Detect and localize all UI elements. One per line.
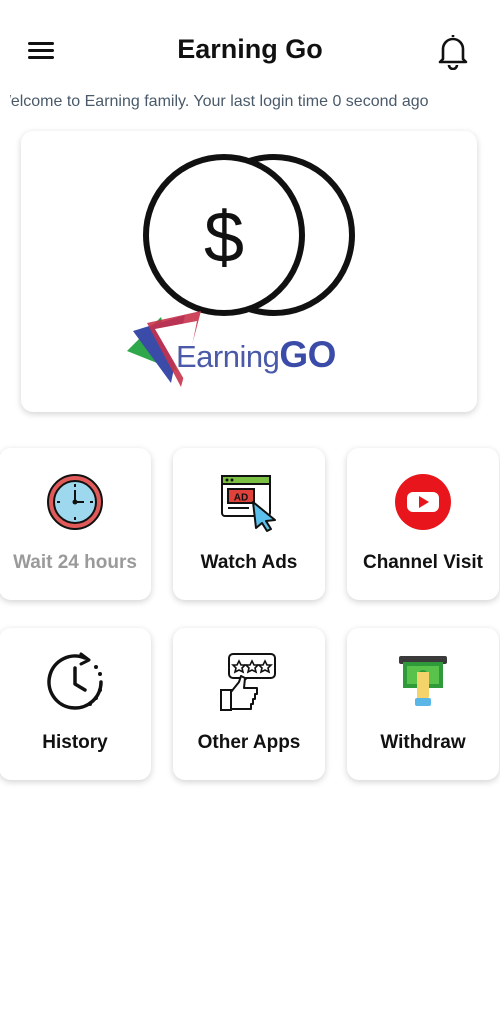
clock-icon — [47, 474, 103, 530]
cash-withdraw-icon — [399, 656, 447, 706]
card-label: History — [42, 732, 108, 753]
logo-banner: $ EarningGO — [21, 131, 477, 412]
card-label: Withdraw — [380, 732, 466, 753]
history-card[interactable]: History — [0, 628, 151, 780]
other-apps-card[interactable]: Other Apps — [173, 628, 325, 780]
rating-thumbs-up-icon — [220, 653, 276, 711]
wait-24-hours-card[interactable]: Wait 24 hours — [0, 448, 151, 600]
page-title: Earning Go — [177, 34, 323, 64]
card-label: Wait 24 hours — [13, 552, 137, 573]
welcome-marquee: Welcome to Earning family. Your last log… — [10, 93, 429, 110]
svg-text:AD: AD — [234, 493, 248, 504]
youtube-icon — [395, 474, 451, 530]
app-bar: Earning Go — [0, 0, 500, 100]
card-label: Watch Ads — [200, 552, 298, 573]
card-label: Other Apps — [197, 732, 301, 753]
withdraw-card[interactable]: Withdraw — [347, 628, 499, 780]
history-icon — [47, 652, 103, 710]
ad-screen-icon: AD — [221, 475, 276, 532]
dollar-sign: $ — [204, 198, 244, 278]
watch-ads-card[interactable]: AD Watch Ads — [173, 448, 325, 600]
logo-wordmark: EarningGO — [176, 334, 336, 375]
card-label: Channel Visit — [362, 552, 483, 573]
bell-icon[interactable] — [436, 32, 470, 71]
channel-visit-card[interactable]: Channel Visit — [347, 448, 499, 600]
